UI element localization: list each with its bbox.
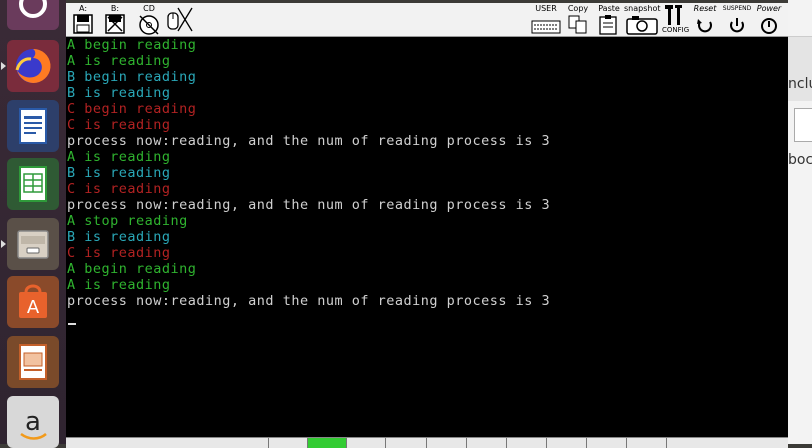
snapshot-button[interactable]: snapshot <box>624 4 661 35</box>
config-tools-icon <box>665 5 682 25</box>
mouse-capture-button[interactable] <box>164 4 194 35</box>
copy-icon <box>568 15 587 34</box>
software-launcher-button[interactable]: A <box>7 276 59 328</box>
bochs-statusbar <box>66 437 788 448</box>
ubuntu-dash-button[interactable] <box>7 0 59 30</box>
amazon-icon: a <box>20 407 47 440</box>
ubuntu-launcher: A a <box>0 0 66 448</box>
libreoffice-writer-icon <box>19 108 47 144</box>
console-line: B is reading <box>67 85 171 101</box>
bochs-window: A: B: CD USER Copy Paste snapshot CONFIG… <box>66 3 788 448</box>
mouse-x-icon <box>167 7 193 32</box>
console-line: process now:reading, and the num of read… <box>67 133 551 149</box>
copy-button[interactable]: Copy <box>564 4 592 35</box>
suspend-button[interactable]: SUSPEND <box>722 4 752 35</box>
amazon-launcher-button[interactable]: a <box>7 396 59 448</box>
console-line: A is reading <box>67 149 171 165</box>
background-window[interactable]: nclu boch <box>788 0 812 444</box>
status-segment <box>268 438 307 448</box>
reset-button[interactable]: Reset <box>690 4 720 35</box>
background-text-1: nclu <box>788 76 812 92</box>
console-line: A is reading <box>67 277 171 293</box>
reset-icon <box>697 19 712 33</box>
config-label: CONFIG <box>662 26 690 34</box>
files-launcher-button[interactable] <box>7 218 59 270</box>
console-line: A begin reading <box>67 37 197 53</box>
svg-text:a: a <box>25 407 41 437</box>
status-segment <box>346 438 385 448</box>
console-line: process now:reading, and the num of read… <box>67 293 551 309</box>
cdrom-button[interactable]: CD <box>136 4 162 35</box>
keyboard-icon <box>531 20 561 34</box>
console-line: C is reading <box>67 117 171 133</box>
status-segment <box>626 438 665 448</box>
status-segment <box>66 438 266 448</box>
console-line: A stop reading <box>67 213 188 229</box>
firefox-launcher-button[interactable] <box>7 40 59 92</box>
cdrom-label: CD <box>143 4 155 13</box>
suspend-icon <box>730 18 744 33</box>
svg-text:A: A <box>27 297 40 318</box>
cdrom-icon <box>139 15 159 35</box>
ubuntu-dash-icon <box>19 0 47 18</box>
reset-label: Reset <box>693 4 717 13</box>
snapshot-label: snapshot <box>624 4 661 13</box>
console-line: A begin reading <box>67 261 197 277</box>
config-button[interactable]: CONFIG <box>662 4 690 35</box>
libreoffice-calc-icon <box>19 166 47 202</box>
status-segment-active <box>307 438 346 448</box>
software-center-icon: A <box>19 284 47 318</box>
status-segment <box>426 438 465 448</box>
paste-icon <box>599 15 617 35</box>
floppy-b-button[interactable]: B: <box>104 4 126 35</box>
status-segment <box>546 438 585 448</box>
console-line: C is reading <box>67 181 171 197</box>
background-text-2: boch <box>788 152 812 168</box>
text-cursor <box>68 323 76 325</box>
user-button[interactable]: USER <box>530 4 562 35</box>
console-line: B is reading <box>67 165 171 181</box>
status-segment <box>385 438 424 448</box>
power-label: Power <box>756 4 782 13</box>
camera-icon <box>626 16 658 35</box>
console-line: C is reading <box>67 245 171 261</box>
bochs-toolbar: A: B: CD USER Copy Paste snapshot CONFIG… <box>66 3 788 37</box>
user-label: USER <box>535 4 557 13</box>
power-icon <box>761 18 777 34</box>
suspend-label: SUSPEND <box>722 5 752 12</box>
copy-label: Copy <box>567 4 589 13</box>
floppy-a-button[interactable]: A: <box>72 4 94 35</box>
writer-launcher-button[interactable] <box>7 100 59 152</box>
firefox-icon <box>15 48 51 83</box>
floppy-b-icon <box>105 14 125 34</box>
paste-label: Paste <box>598 4 620 13</box>
floppy-a-icon <box>73 14 93 34</box>
status-segment <box>466 438 505 448</box>
console-line: B begin reading <box>67 69 197 85</box>
floppy-a-label: A: <box>78 4 88 13</box>
impress-launcher-button[interactable] <box>7 336 59 388</box>
power-button[interactable]: Power <box>754 4 784 35</box>
console-line: process now:reading, and the num of read… <box>67 197 551 213</box>
floppy-b-label: B: <box>110 4 120 13</box>
calc-launcher-button[interactable] <box>7 158 59 210</box>
file-manager-icon <box>17 230 49 259</box>
paste-button[interactable]: Paste <box>596 4 622 35</box>
status-segment <box>666 438 787 448</box>
background-thumbnail <box>794 108 812 142</box>
console-line: C begin reading <box>67 101 197 117</box>
console-line: B is reading <box>67 229 171 245</box>
status-segment <box>506 438 545 448</box>
vga-console[interactable]: A begin reading A is reading B begin readi… <box>66 37 788 434</box>
status-segment <box>586 438 625 448</box>
console-line: A is reading <box>67 53 171 69</box>
libreoffice-impress-icon <box>19 344 47 380</box>
